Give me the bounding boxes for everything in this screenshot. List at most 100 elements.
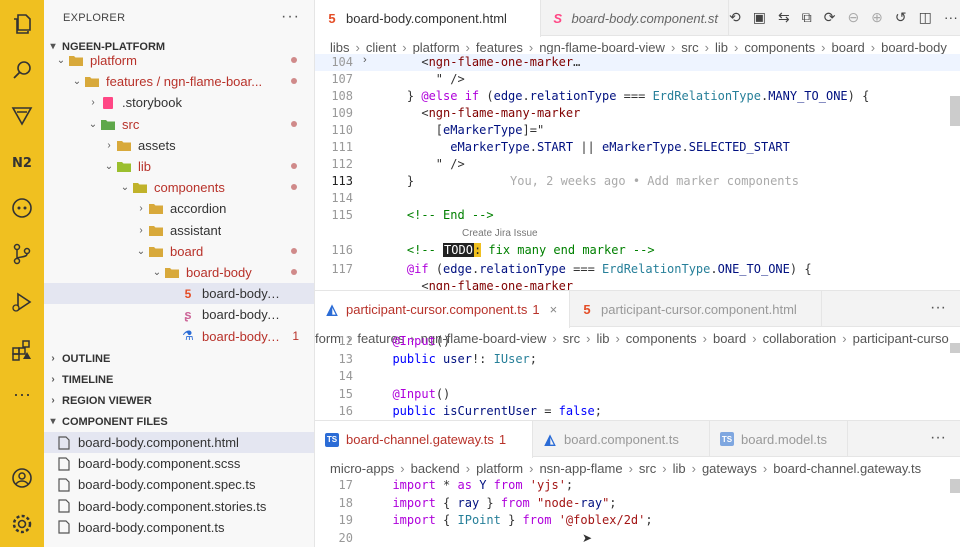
breadcrumb-item[interactable]: features	[476, 40, 523, 55]
account-icon[interactable]	[8, 464, 36, 492]
code-text: }	[378, 174, 415, 188]
component-file-item[interactable]: board-body.component.stories.ts	[44, 496, 314, 517]
tree-item[interactable]: ⌄ lib	[44, 156, 314, 177]
tree-item[interactable]: › assistant	[44, 220, 314, 241]
open-changes-icon[interactable]: ↺	[895, 9, 907, 26]
code-line: 20	[315, 530, 960, 547]
breadcrumb-item[interactable]: platform	[476, 461, 523, 476]
search-icon[interactable]	[8, 56, 36, 84]
tree-item-label: .storybook	[122, 95, 182, 111]
tree-item[interactable]: ʂ board-body.componen...	[44, 304, 314, 325]
editor-2-tabs: ◭ participant-cursor.component.ts 1 × 5 …	[315, 291, 960, 328]
breadcrumb-item[interactable]: board-channel.gateway.ts	[773, 461, 921, 476]
tab-participant-cursor-ts[interactable]: ◭ participant-cursor.component.ts 1 ×	[315, 291, 570, 328]
tab-board-component[interactable]: ◭ board.component.ts	[533, 421, 710, 457]
component-file-item[interactable]: board-body.component.spec.ts	[44, 474, 314, 495]
outline-section[interactable]: › OUTLINE	[44, 348, 314, 369]
vscode-window: N2 ··· EXPLORER ··· ▾ NGEEN-PLATFORM ⌄ pl…	[0, 0, 960, 547]
modified-dot	[291, 247, 297, 254]
breadcrumb: micro-apps › backend › platform › nsn-app-flam…	[315, 457, 960, 479]
breadcrumb-item[interactable]: micro-apps	[330, 461, 394, 476]
extensions-icon[interactable]	[8, 336, 36, 364]
tree-item[interactable]: 5 board-body.componen...	[44, 283, 314, 305]
code-editor-3[interactable]: 17 import * as Y from 'yjs'; 18 import { …	[315, 477, 960, 547]
file-icon	[56, 457, 72, 471]
compare-changes-icon[interactable]: ⇆	[778, 9, 790, 26]
breadcrumb-item[interactable]: platform	[413, 40, 460, 55]
tree-item[interactable]: › accordion	[44, 198, 314, 219]
tree-item[interactable]: › .storybook	[44, 92, 314, 113]
go-back-icon[interactable]: ⟳	[824, 9, 836, 26]
code-editor-1[interactable]: 104 <ngn-flame-one-marker… 107 " /> 108 } …	[315, 54, 960, 290]
tree-item[interactable]: ⚗ board-body.comp... 1	[44, 326, 314, 347]
breadcrumb-item[interactable]: board-body	[881, 40, 947, 55]
folder-icon	[148, 223, 164, 237]
open-preview-icon[interactable]: ▣	[753, 9, 766, 26]
code-editor-2[interactable]: 12 @Input() 13 public user!: IUser; 14 15 @…	[315, 334, 960, 420]
region-viewer-section[interactable]: › REGION VIEWER	[44, 390, 314, 411]
tab-board-body-html[interactable]: 5 board-body.component.html	[315, 0, 541, 37]
line-number: 117	[331, 262, 353, 276]
breadcrumb-item[interactable]: lib	[673, 461, 686, 476]
code-line: 114	[315, 190, 960, 207]
breadcrumb-item[interactable]: libs	[330, 40, 350, 55]
breadcrumb-item[interactable]: components	[744, 40, 815, 55]
files-icon[interactable]	[8, 10, 36, 38]
tab-board-model[interactable]: TS board.model.ts	[710, 421, 848, 457]
component-file-item[interactable]: board-body.component.scss	[44, 453, 314, 474]
codelens-create-jira-issue[interactable]: Create Jira Issue	[462, 228, 538, 239]
timeline-section[interactable]: › TIMELINE	[44, 369, 314, 390]
component-files-section[interactable]: ▾ COMPONENT FILES	[44, 411, 314, 432]
file-icon	[56, 520, 72, 534]
tree-item[interactable]: ⌄ board-body	[44, 262, 314, 283]
explorer-more-button[interactable]: ···	[281, 8, 300, 26]
breadcrumb-item[interactable]: ngn-flame-board-view	[539, 40, 665, 55]
timeline-history-icon[interactable]: ⟲	[729, 9, 741, 26]
tab-board-body-stories[interactable]: S board-body.component.st	[541, 0, 729, 36]
close-tab-icon[interactable]: ×	[550, 302, 558, 317]
code-line: 104 <ngn-flame-one-marker…	[315, 54, 960, 71]
component-file-item[interactable]: board-body.component.ts	[44, 517, 314, 538]
split-editor-icon[interactable]: ◫	[919, 9, 932, 26]
next-change-icon[interactable]: ⊕	[871, 9, 883, 26]
fold-chevron-icon[interactable]: ›	[363, 54, 367, 66]
source-control-icon[interactable]	[8, 102, 36, 130]
editor-2-more-icon[interactable]: ···	[930, 299, 946, 317]
breadcrumb-item[interactable]: backend	[411, 461, 460, 476]
breadcrumb-item[interactable]: src	[681, 40, 698, 55]
breadcrumb-separator-icon: ›	[662, 460, 667, 476]
more-icon[interactable]: ···	[8, 380, 36, 408]
breadcrumb-item[interactable]: board	[832, 40, 865, 55]
tab-participant-cursor-html[interactable]: 5 participant-cursor.component.html	[570, 291, 822, 327]
breadcrumb-item[interactable]: lib	[715, 40, 728, 55]
breadcrumb-item[interactable]: client	[366, 40, 396, 55]
run-debug-icon[interactable]	[8, 288, 36, 316]
tree-item-label: board-body.componen...	[202, 286, 281, 302]
tree-item[interactable]: ⌄ platform	[44, 50, 314, 71]
tree-item[interactable]: ⌄ board	[44, 241, 314, 262]
copy-icon[interactable]: ⧉	[802, 9, 812, 26]
breadcrumb-item[interactable]: src	[639, 461, 656, 476]
tab-board-channel-gateway[interactable]: TS board-channel.gateway.ts 1	[315, 421, 533, 458]
line-number: 112	[331, 157, 353, 171]
file-icon	[56, 478, 72, 492]
tree-item[interactable]: › assets	[44, 135, 314, 156]
component-file-item[interactable]: board-body.component.html	[44, 432, 314, 453]
editor-3-more-icon[interactable]: ···	[930, 429, 946, 447]
breadcrumb-separator-icon: ›	[402, 39, 407, 55]
more-actions-icon[interactable]: ···	[944, 9, 958, 26]
tree-item[interactable]: ⌄ features / ngn-flame-boar...	[44, 71, 314, 92]
tree-item[interactable]: ⌄ components	[44, 177, 314, 198]
line-number: 16	[338, 404, 353, 418]
breadcrumb-item[interactable]: gateways	[702, 461, 757, 476]
line-number: 110	[331, 123, 353, 137]
git-graph-icon[interactable]	[8, 240, 36, 268]
previous-change-icon[interactable]: ⊖	[847, 9, 859, 26]
breadcrumb-item[interactable]: nsn-app-flame	[539, 461, 622, 476]
nx-console-icon[interactable]: N2	[8, 148, 36, 176]
tree-item[interactable]: ⌄ src	[44, 114, 314, 135]
editor-1-tabs: 5 board-body.component.html S board-body…	[315, 0, 960, 37]
copilot-icon[interactable]	[8, 194, 36, 222]
settings-gear-icon[interactable]	[8, 510, 36, 538]
folder-icon	[148, 202, 164, 216]
